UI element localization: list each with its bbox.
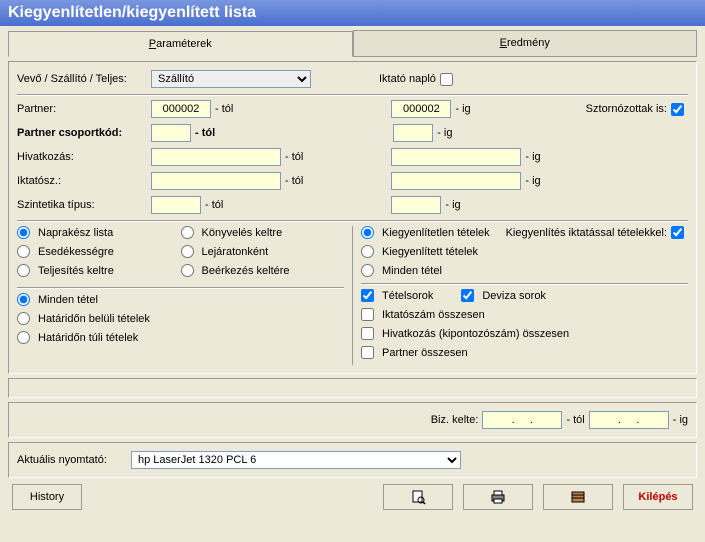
tol-label-5: - tól	[205, 199, 223, 211]
check-deviza[interactable]	[461, 289, 474, 302]
entity-label: Vevő / Szállító / Teljes:	[17, 73, 147, 85]
partner-to[interactable]	[391, 100, 451, 118]
partner-label: Partner:	[17, 103, 147, 115]
radio-belul-label: Határidőn belüli tételek	[38, 313, 150, 325]
check-deviza-label: Deviza sorok	[482, 290, 546, 302]
hivatkozas-to[interactable]	[391, 148, 521, 166]
check-tetelsorok-label: Tételsorok	[382, 290, 433, 302]
nyomtato-select[interactable]: hp LaserJet 1320 PCL 6	[131, 451, 461, 469]
check-iktatoszam-label: Iktatószám összesen	[382, 309, 485, 321]
radio-kiegyenlitetlen[interactable]	[361, 226, 374, 239]
iktatosz-label: Iktatósz.:	[17, 175, 147, 187]
radio-minden2[interactable]	[361, 264, 374, 277]
csoportkod-to[interactable]	[393, 124, 433, 142]
print-button[interactable]	[463, 484, 533, 510]
bizkelte-from[interactable]	[482, 411, 562, 429]
check-partner[interactable]	[361, 346, 374, 359]
iktatosz-from[interactable]	[151, 172, 281, 190]
preview-icon	[410, 489, 426, 505]
szintetika-to[interactable]	[391, 196, 441, 214]
tab-params[interactable]: Paraméterek	[8, 31, 353, 57]
exit-button[interactable]: Kilépés	[623, 484, 693, 510]
partner-from[interactable]	[151, 100, 211, 118]
radio-naprakesz-label: Naprakész lista	[38, 227, 113, 239]
table-icon	[570, 489, 586, 505]
tabs: Paraméterek Eredmény	[8, 30, 697, 57]
radio-tul-label: Határidőn túli tételek	[38, 332, 138, 344]
printer-icon	[490, 489, 506, 505]
iktatassal-label: Kiegyenlítés iktatással tételekkel:	[506, 227, 667, 239]
radio-lejarat-label: Lejáratonként	[202, 246, 269, 258]
radio-teljesites-label: Teljesítés keltre	[38, 265, 114, 277]
ig-label-3: - ig	[525, 151, 540, 163]
radio-minden3-label: Minden tétel	[38, 294, 98, 306]
nyomtato-label: Aktuális nyomtató:	[17, 454, 127, 466]
radio-minden3[interactable]	[17, 293, 30, 306]
iktatosz-to[interactable]	[391, 172, 521, 190]
check-iktatoszam[interactable]	[361, 308, 374, 321]
tol-label-6: - tól	[566, 414, 584, 426]
iktato-check[interactable]	[440, 73, 453, 86]
ig-label-2: - ig	[437, 127, 452, 139]
radio-kiegyenlitetlen-label: Kiegyenlítetlen tételek	[382, 227, 490, 239]
szintetika-label: Szintetika típus:	[17, 199, 147, 211]
history-button[interactable]: History	[12, 484, 82, 510]
bizkelte-label: Biz. kelte:	[431, 414, 479, 426]
hivatkozas-label: Hivatkozás:	[17, 151, 147, 163]
sztorno-label: Sztornózottak is:	[586, 103, 667, 115]
radio-belul[interactable]	[17, 312, 30, 325]
tol-label-2: - tól	[195, 127, 215, 139]
titlebar: Kiegyenlítetlen/kiegyenlített lista	[0, 0, 705, 26]
ig-label-5: - ig	[445, 199, 460, 211]
ig-label-6: - ig	[673, 414, 688, 426]
radio-esedek-label: Esedékességre	[38, 246, 114, 258]
table-button[interactable]	[543, 484, 613, 510]
tol-label-3: - tól	[285, 151, 303, 163]
ig-label: - ig	[455, 103, 470, 115]
tab-result[interactable]: Eredmény	[353, 30, 698, 56]
tol-label-4: - tól	[285, 175, 303, 187]
szintetika-from[interactable]	[151, 196, 201, 214]
radio-beerkezes-label: Beérkezés keltére	[202, 265, 290, 277]
radio-minden2-label: Minden tétel	[382, 265, 442, 277]
radio-tul[interactable]	[17, 331, 30, 344]
csoportkod-from[interactable]	[151, 124, 191, 142]
radio-kiegyenlitett[interactable]	[361, 245, 374, 258]
check-hivatkozas[interactable]	[361, 327, 374, 340]
iktatassal-check[interactable]	[671, 226, 684, 239]
radio-esedek[interactable]	[17, 245, 30, 258]
iktato-label: Iktató napló	[379, 73, 436, 85]
sztorno-check[interactable]	[671, 103, 684, 116]
radio-konyveles-label: Könyvelés keltre	[202, 227, 283, 239]
radio-lejarat[interactable]	[181, 245, 194, 258]
bizkelte-to[interactable]	[589, 411, 669, 429]
ig-label-4: - ig	[525, 175, 540, 187]
csoportkod-label: Partner csoportkód:	[17, 127, 147, 139]
radio-naprakesz[interactable]	[17, 226, 30, 239]
radio-konyveles[interactable]	[181, 226, 194, 239]
check-tetelsorok[interactable]	[361, 289, 374, 302]
radio-kiegyenlitett-label: Kiegyenlített tételek	[382, 246, 478, 258]
check-partner-label: Partner összesen	[382, 347, 468, 359]
check-hivatkozas-label: Hivatkozás (kipontozószám) összesen	[382, 328, 569, 340]
entity-select[interactable]: Szállító	[151, 70, 311, 88]
hivatkozas-from[interactable]	[151, 148, 281, 166]
tol-label: - tól	[215, 103, 233, 115]
radio-teljesites[interactable]	[17, 264, 30, 277]
preview-button[interactable]	[383, 484, 453, 510]
radio-beerkezes[interactable]	[181, 264, 194, 277]
